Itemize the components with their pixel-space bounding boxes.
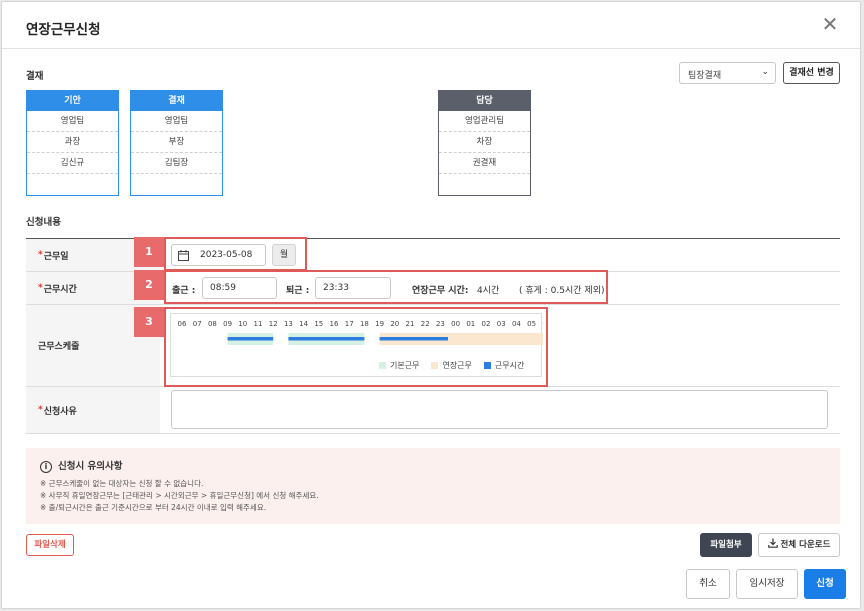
approval-box-dept: 영업팀	[131, 111, 222, 132]
notice-line: ※ 근무스케줄이 없는 대상자는 신청 할 수 없습니다.	[40, 479, 204, 488]
temp-save-button[interactable]: 임시저장	[736, 569, 798, 599]
approval-line-selected-value: 팀장결재	[688, 71, 722, 81]
callout-badge-3: 3	[134, 307, 164, 337]
download-all-button[interactable]: 전체 다운로드	[758, 533, 840, 557]
approval-box-approver: 결재 영업팀 부장 김팀장	[130, 90, 223, 196]
approval-box-position: 과장	[27, 132, 118, 153]
download-icon	[767, 538, 778, 548]
header-divider	[2, 48, 860, 49]
approval-box-drafter: 기안 영업팀 과장 김신규	[26, 90, 119, 196]
approval-box-name: 김팀장	[131, 153, 222, 174]
reason-textarea[interactable]	[171, 390, 828, 429]
callout-highlight-3	[164, 307, 548, 387]
approval-box-header: 결재	[131, 91, 222, 111]
chevron-down-icon: ⌄	[761, 67, 769, 77]
callout-highlight-1	[164, 237, 307, 271]
request-form: * 근무일 2023-05-08 월 * 근무시간 출근 : 08:59 퇴근 : …	[26, 237, 840, 434]
approval-section-label: 결재	[26, 71, 44, 82]
close-icon[interactable]: ✕	[820, 14, 840, 34]
approval-box-manager: 담당 영업관리팀 차장 권결재	[438, 90, 531, 196]
approval-line-select[interactable]: 팀장결재 ⌄	[679, 62, 776, 84]
callout-badge-1: 1	[134, 237, 164, 267]
approval-box-name: 권결재	[439, 153, 530, 174]
approval-box-position: 부장	[131, 132, 222, 153]
cancel-button[interactable]: 취소	[686, 569, 730, 599]
approval-box-header: 기안	[27, 91, 118, 111]
notice-line: ※ 출/퇴근시간은 출근 기준시간으로 부터 24시간 이내로 입력 해주세요.	[40, 503, 267, 512]
dialog-title: 연장근무신청	[26, 22, 101, 38]
notice-box: i 신청시 유의사항 ※ 근무스케줄이 없는 대상자는 신청 할 수 없습니다. …	[26, 448, 840, 524]
submit-button[interactable]: 신청	[804, 569, 846, 599]
change-approval-line-button[interactable]: 결재선 변경	[783, 62, 840, 84]
info-icon: i	[40, 461, 52, 473]
callout-badge-2: 2	[134, 270, 164, 300]
reason-label: * 신청사유	[26, 387, 160, 433]
attach-file-button[interactable]: 파일첨부	[700, 533, 752, 557]
approval-box-position: 차장	[439, 132, 530, 153]
callout-highlight-2	[164, 270, 608, 304]
overtime-request-dialog: 연장근무신청 ✕ 결재 팀장결재 ⌄ 결재선 변경 기안 영업팀 과장 김신규 …	[1, 1, 861, 609]
approval-box-header: 담당	[439, 91, 530, 111]
approval-box-dept: 영업팀	[27, 111, 118, 132]
reason-row: * 신청사유	[26, 387, 840, 434]
approval-box-name: 김신규	[27, 153, 118, 174]
notice-line: ※ 사무직 휴일연장근무는 [근태관리 > 시간외근무 > 휴일근무신청] 에서…	[40, 491, 319, 500]
delete-file-button[interactable]: 파일삭제	[26, 534, 74, 556]
approval-box-dept: 영업관리팀	[439, 111, 530, 132]
notice-title: i 신청시 유의사항	[40, 458, 123, 473]
request-section-label: 신청내용	[26, 217, 61, 228]
